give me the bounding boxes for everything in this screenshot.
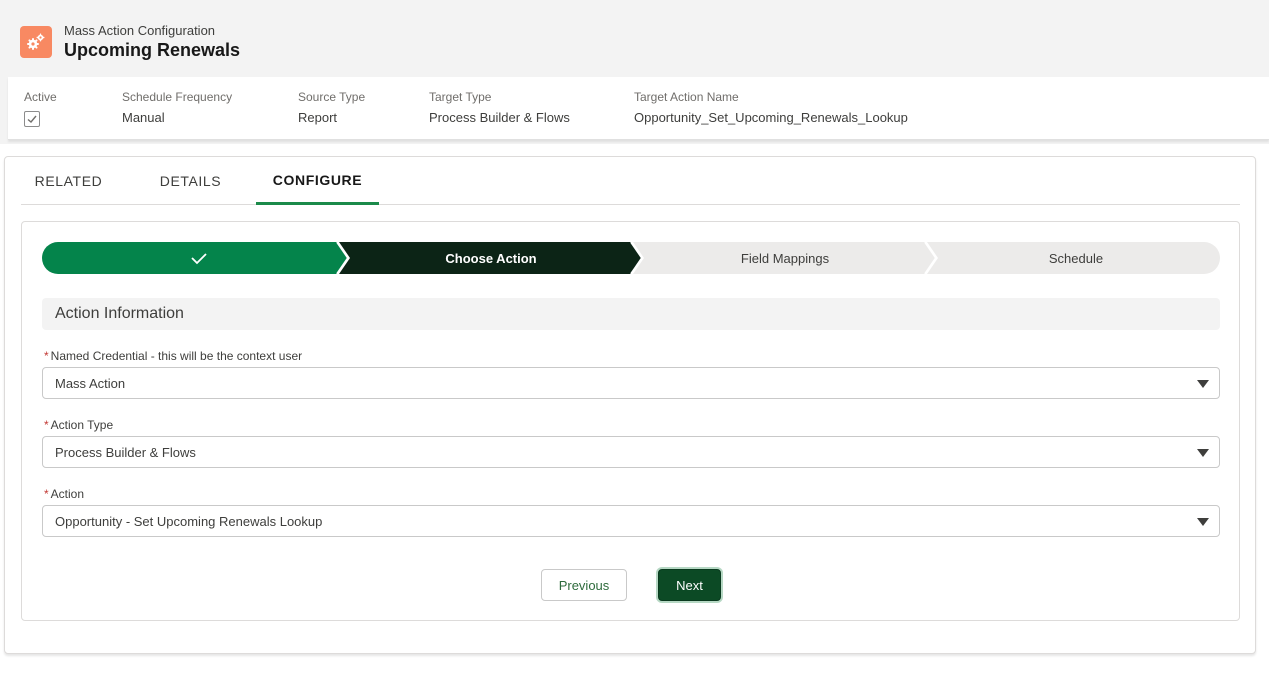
select-value: Mass Action [55,375,126,391]
highlight-value: Report [298,110,338,125]
highlight-label: Target Action Name [634,90,739,104]
tab-configure[interactable]: CONFIGURE [256,157,379,205]
highlight-label: Active [24,90,57,104]
highlight-target-type: Target Type Process Builder & Flows [429,89,570,127]
object-label: Mass Action Configuration [64,23,216,38]
select-value: Process Builder & Flows [55,444,196,460]
action-type-label: * Action Type [44,418,114,432]
caret-down-icon [1197,449,1209,457]
tab-bar: RELATED DETAILS CONFIGURE [21,157,1240,205]
highlight-value: Opportunity_Set_Upcoming_Renewals_Lookup [634,110,908,125]
caret-down-icon [1197,380,1209,388]
header-title-area: Mass Action Configuration Upcoming Renew… [20,22,240,62]
named-credential-select[interactable]: Mass Action [42,367,1220,399]
highlight-schedule-frequency: Schedule Frequency Manual [122,89,232,127]
path-step-complete[interactable] [42,242,348,274]
highlight-label: Source Type [298,90,366,104]
section-header: Action Information [42,298,1220,330]
required-marker: * [44,418,49,432]
path-label-schedule: Schedule [1048,250,1104,266]
highlight-source-type: Source Type Report [298,89,365,127]
configure-panel: Choose Action Field Mappings Schedule Ac… [21,221,1240,621]
action-label: * Action [44,487,85,501]
action-type-select[interactable]: Process Builder & Flows [42,436,1220,468]
caret-down-icon [1197,518,1209,526]
path-label-field-mappings: Field Mappings [740,250,830,266]
action-select[interactable]: Opportunity - Set Upcoming Renewals Look… [42,505,1220,537]
select-value: Opportunity - Set Upcoming Renewals Look… [55,513,323,529]
main-card: RELATED DETAILS CONFIGURE Choose Action … [4,156,1256,654]
section-title: Action Information [55,305,184,322]
page-title: Upcoming Renewals [64,40,241,60]
record-header: Mass Action Configuration Upcoming Renew… [0,0,1269,144]
previous-button[interactable]: Previous [541,569,627,601]
tab-details[interactable]: DETAILS [143,157,238,205]
highlight-active: Active [24,89,57,127]
required-marker: * [44,487,49,501]
check-icon [27,115,37,123]
path-label-current: Choose Action [445,250,537,266]
highlight-label: Schedule Frequency [122,90,233,104]
tab-related[interactable]: RELATED [21,157,116,205]
highlight-label: Target Type [429,90,492,104]
highlight-target-action-name: Target Action Name Opportunity_Set_Upcom… [634,89,908,127]
named-credential-label: * Named Credential - this will be the con… [44,349,303,363]
required-marker: * [44,349,49,363]
highlight-value: Manual [122,110,165,125]
next-button[interactable]: Next [658,569,721,601]
active-checkbox [24,111,40,127]
highlight-value: Process Builder & Flows [429,110,570,125]
gears-icon [20,26,52,58]
highlights-panel: Active Schedule Frequency Manual Source … [8,77,1269,140]
progress-path: Choose Action Field Mappings Schedule [42,242,1220,274]
